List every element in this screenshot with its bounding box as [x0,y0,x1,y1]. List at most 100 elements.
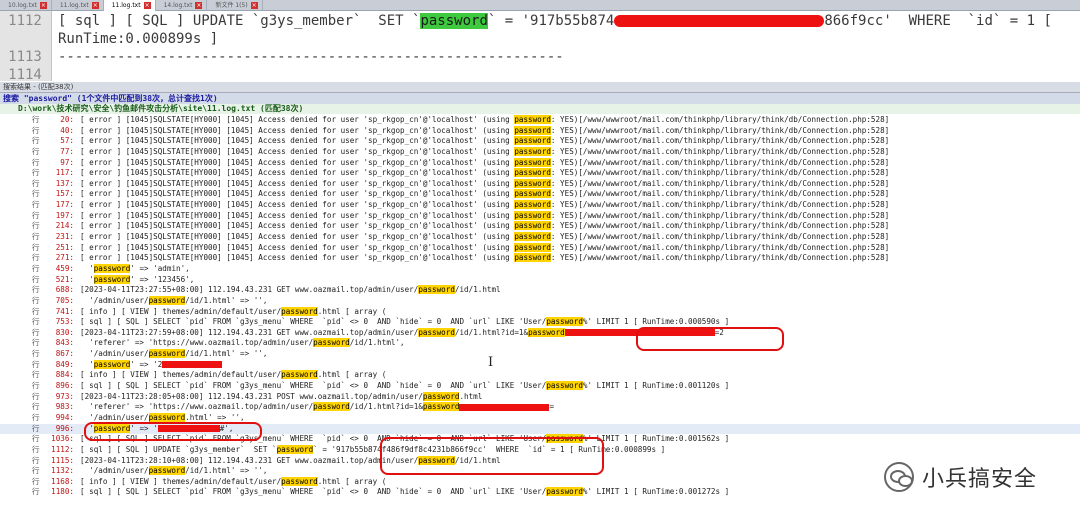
row-text-segment: .html [ array ( [317,476,387,486]
row-prefix: 行 [32,391,40,401]
row-line-number: 830: [55,327,74,337]
row-text: [2023-04-11T23:28:05+08:00] 112.194.43.2… [80,391,482,403]
result-row[interactable]: 行 896: [ sql ] [ SQL ] SELECT `pid` FROM `… [0,381,1080,392]
row-text-segment: [2023-04-11T23:28:10+08:00] 112.194.43.2… [80,455,419,465]
keyword-highlight: password [313,338,350,348]
close-icon[interactable]: × [143,2,151,9]
row-text-segment: [ info ] [ VIEW ] themes/admin/default/u… [80,306,282,316]
row-line-number: 117: [55,168,74,178]
keyword-highlight: password [514,178,551,188]
result-row[interactable]: 行 231: [ error ] [1045]SQLSTATE[HY000] [10… [0,232,1080,243]
result-row[interactable]: 行 20: [ error ] [1045]SQLSTATE[HY000] [104… [0,115,1080,126]
result-row[interactable]: 行 741: [ info ] [ VIEW ] themes/admin/defa… [0,306,1080,318]
row-text-segment: '/admin/user/ [80,466,149,476]
close-icon[interactable]: × [195,2,203,9]
result-row[interactable]: 行 40: [ error ] [1045]SQLSTATE[HY000] [104… [0,125,1080,137]
result-row[interactable]: 行 137: [ error ] [1045]SQLSTATE[HY000] [10… [0,178,1080,190]
result-row[interactable]: 行 688: [2023-04-11T23:27:55+08:00] 112.194… [0,285,1080,296]
keyword-highlight: password [514,168,551,178]
row-text: 'password' => '123456', [80,274,194,286]
result-row[interactable]: 行 521: 'password' => '123456', [0,274,1080,286]
tab-2[interactable]: 11.log.txt × [103,0,156,11]
row-text-segment: .html [ array ( [317,370,387,380]
keyword-highlight: password [514,125,551,135]
editor-line[interactable]: 1113 -----------------------------------… [0,48,1080,66]
row-text: [ sql ] [ SQL ] SELECT `pid` FROM `g3ys_… [80,487,729,498]
result-row[interactable]: 行 973: [2023-04-11T23:28:05+08:00] 112.194… [0,391,1080,403]
close-icon[interactable]: × [39,2,47,9]
row-line-number: 77: [60,146,74,156]
result-row[interactable]: 行 983: 'referer' => 'https://www.oazmail.… [0,402,1080,413]
row-text-segment: : YES)[/www/wwwroot/mail.com/thinkphp/li… [550,125,890,135]
row-line-number: 1112: [51,444,74,454]
close-icon[interactable]: × [250,2,258,9]
row-text: [ error ] [1045]SQLSTATE[HY000] [1045] A… [80,157,889,169]
annotation-box [84,422,262,441]
result-row[interactable]: 行 117: [ error ] [1045]SQLSTATE[HY000] [10… [0,168,1080,179]
result-row[interactable]: 行 197: [ error ] [1045]SQLSTATE[HY000] [10… [0,210,1080,222]
row-text: [ error ] [1045]SQLSTATE[HY000] [1045] A… [80,253,889,264]
editor-line[interactable]: 1112 [ sql ] [ SQL ] UPDATE `g3ys_member… [0,12,1080,30]
row-text-segment: /id/1.html' => '', [185,295,268,305]
row-prefix: 行 [32,115,40,124]
row-text-segment: : YES)[/www/wwwroot/mail.com/thinkphp/li… [550,200,890,210]
result-row[interactable]: 行 830: [2023-04-11T23:27:59+08:00] 112.194… [0,327,1080,339]
row-prefix: 行 [32,402,40,412]
search-summary[interactable]: 搜索 "password" (1个文件中匹配到38次，总计查找1次) [0,93,1080,104]
row-line-number: 983: [55,402,74,412]
keyword-highlight: password [422,391,460,401]
row-text: [ error ] [1045]SQLSTATE[HY000] [1045] A… [80,210,889,222]
watermark-text: 小兵搞安全 [922,467,1038,492]
result-row[interactable]: 行 459: 'password' => 'admin', [0,263,1080,275]
row-text: [ sql ] [ SQL ] SELECT `pid` FROM `g3ys_… [80,381,729,392]
tab-0[interactable]: 10.log.txt × [0,0,52,11]
keyword-highlight: password [281,306,318,316]
row-prefix: 行 [32,327,40,337]
result-row[interactable]: 行 57: [ error ] [1045]SQLSTATE[HY000] [104… [0,136,1080,147]
row-text-segment: [ sql ] [ SQL ] SELECT `pid` FROM `g3ys_… [80,317,547,327]
tab-4[interactable]: 新文件 1(5) × [207,0,263,11]
result-row[interactable]: 行 843: 'referer' => 'https://www.oazmail.… [0,338,1080,349]
row-line-number: 1132: [51,466,74,476]
tab-label: 11.log.txt [59,2,89,9]
result-row[interactable]: 行 177: [ error ] [1045]SQLSTATE[HY000] [10… [0,200,1080,211]
result-row[interactable]: 行 867: '/admin/user/password/id/1.html' =… [0,349,1080,360]
tab-3[interactable]: 14.log.txt × [156,0,208,11]
row-text-segment: : YES)[/www/wwwroot/mail.com/thinkphp/li… [550,168,890,178]
row-prefix: 行 [32,487,40,497]
row-text: 'password' => '2 [80,359,223,371]
row-text: '/admin/user/password/id/1.html' => '', [80,295,268,307]
result-row[interactable]: 行 77: [ error ] [1045]SQLSTATE[HY000] [104… [0,146,1080,158]
row-line-number: 271: [55,253,74,263]
editor-line[interactable]: RunTime:0.000899s ] [0,30,1080,48]
keyword-highlight: password [514,242,551,252]
code-editor[interactable]: 1112 [ sql ] [ SQL ] UPDATE `g3ys_member… [0,11,1080,83]
keyword-highlight: password [514,146,551,156]
row-text: [ error ] [1045]SQLSTATE[HY000] [1045] A… [80,200,889,211]
result-row[interactable]: 行 884: [ info ] [ VIEW ] themes/admin/defa… [0,370,1080,381]
row-text-segment: [ sql ] [ SQL ] UPDATE `g3ys_member` SET… [80,444,277,454]
result-row[interactable]: 行 97: [ error ] [1045]SQLSTATE[HY000] [104… [0,157,1080,169]
result-row[interactable]: 行 157: [ error ] [1045]SQLSTATE[HY000] [10… [0,189,1080,200]
result-row[interactable]: 行 849: 'password' => '2 [0,359,1080,371]
result-row[interactable]: 行 214: [ error ] [1045]SQLSTATE[HY000] [10… [0,221,1080,232]
row-text: [ error ] [1045]SQLSTATE[HY000] [1045] A… [80,189,889,200]
result-file-path[interactable]: D:\work\技术研究\安全\钓鱼邮件攻击分析\site\11.log.txt… [0,104,1080,114]
row-line-number: 40: [60,125,74,135]
row-text: [ error ] [1045]SQLSTATE[HY000] [1045] A… [80,221,889,232]
code-text: RunTime:0.000899s ] [58,31,219,47]
tab-1[interactable]: 11.log.txt × [52,0,104,11]
close-icon[interactable]: × [91,2,99,9]
result-row[interactable]: 行 705: '/admin/user/password/id/1.html' =… [0,295,1080,307]
row-line-number: 157: [55,189,74,199]
row-text-segment: [ error ] [1045]SQLSTATE[HY000] [1045] A… [80,146,515,156]
row-prefix: 行 [32,253,40,263]
row-text-segment: : YES)[/www/wwwroot/mail.com/thinkphp/li… [550,232,890,242]
result-row[interactable]: 行 271: [ error ] [1045]SQLSTATE[HY000] [10… [0,253,1080,264]
result-row[interactable]: 行 251: [ error ] [1045]SQLSTATE[HY000] [10… [0,242,1080,254]
result-row[interactable]: 行 753: [ sql ] [ SQL ] SELECT `pid` FROM `… [0,317,1080,328]
row-text-segment: ' [80,359,94,369]
row-text: 'referer' => 'https://www.oazmail.top/ad… [80,402,554,413]
row-text-segment: %' LIMIT 1 [ RunTime:0.000590s ] [582,317,730,327]
keyword-highlight: password [514,200,551,210]
